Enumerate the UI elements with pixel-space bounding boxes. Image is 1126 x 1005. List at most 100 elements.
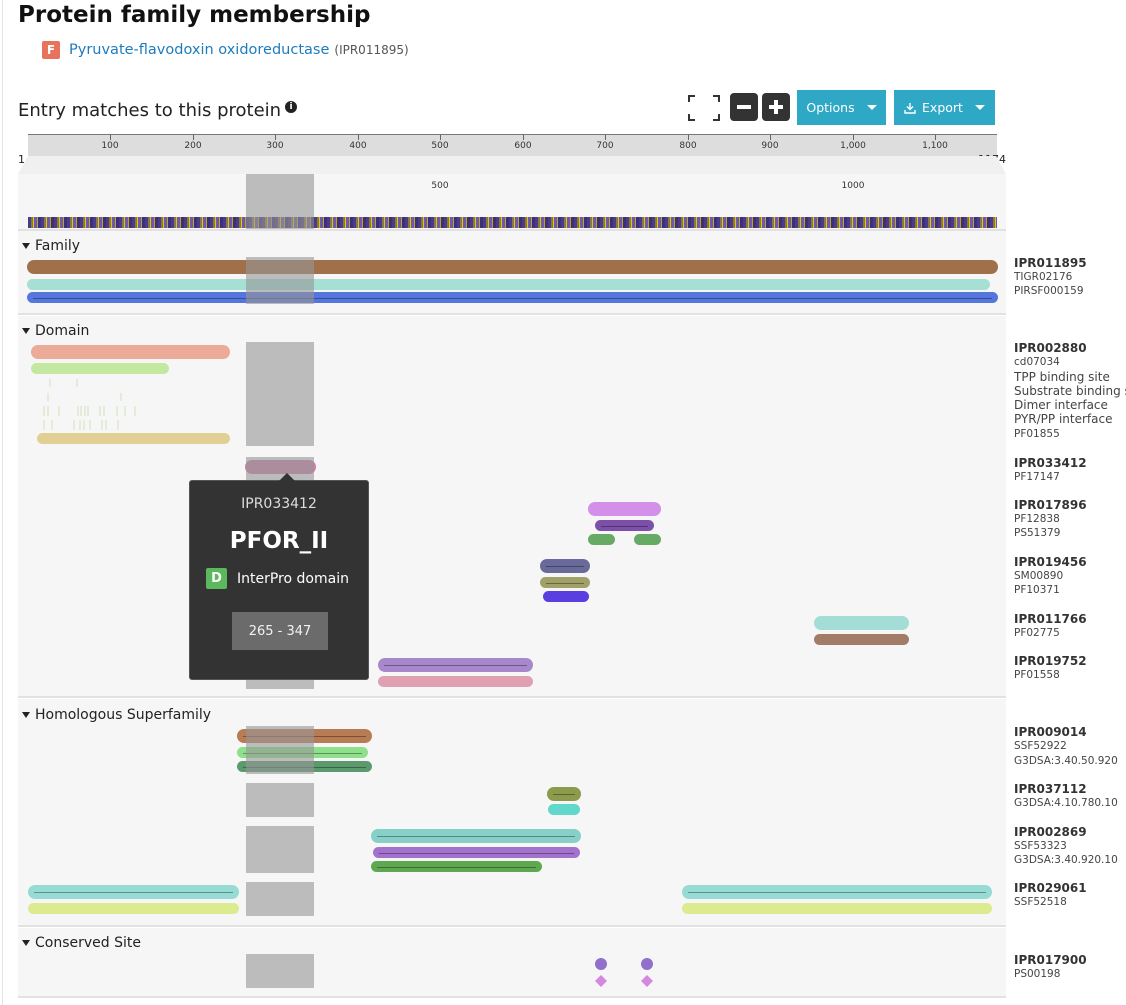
zoom-in-button[interactable] (762, 93, 790, 121)
site-residue-marks[interactable] (28, 375, 148, 433)
caret-down-icon (22, 328, 30, 334)
match-bar-ssf52518[interactable] (682, 903, 992, 914)
match-bar-cd07034[interactable] (31, 363, 169, 374)
entry-sublabel[interactable]: Dimer interface (1014, 398, 1108, 412)
match-bar-ssf52518[interactable] (28, 903, 239, 914)
entry-sublabel[interactable]: G3DSA:3.40.920.10 (1014, 854, 1118, 866)
track-divider (18, 925, 1006, 927)
fullscreen-icon[interactable] (688, 95, 720, 121)
entry-label-ipr029061[interactable]: IPR029061 (1014, 881, 1087, 895)
match-bar-ipr011895[interactable] (27, 260, 998, 274)
entry-sublabel[interactable]: PIRSF000159 (1014, 285, 1084, 297)
entry-label-ipr011895[interactable]: IPR011895 (1014, 256, 1087, 270)
selected-region-highlight (246, 783, 314, 817)
match-bar-pirsf000159[interactable] (27, 292, 998, 303)
match-bar-g3dsa-3-40-920-10[interactable] (371, 861, 542, 872)
match-bar-ipr029061[interactable] (28, 885, 239, 899)
match-bar-ipr017896[interactable] (588, 502, 661, 516)
entry-sublabel[interactable]: cd07034 (1014, 356, 1060, 368)
match-bar-ipr011766[interactable] (814, 616, 909, 630)
family-accession: (IPR011895) (334, 43, 409, 57)
ruler-tick (523, 135, 524, 140)
info-icon[interactable]: i (285, 101, 298, 113)
match-bar-ipr002880[interactable] (31, 345, 230, 359)
entry-sublabel[interactable]: PF01558 (1014, 669, 1060, 681)
match-bar-ipr002869[interactable] (371, 829, 581, 843)
entry-label-ipr017896[interactable]: IPR017896 (1014, 498, 1087, 512)
entry-sublabel[interactable]: G3DSA:4.10.780.10 (1014, 797, 1118, 809)
entry-sublabel[interactable]: PF12838 (1014, 513, 1060, 525)
entry-tooltip: IPR033412 PFOR_II D InterPro domain 265 … (189, 473, 369, 680)
entry-sublabel[interactable]: PYR/PP interface (1014, 412, 1113, 426)
tooltip-entry-type: D InterPro domain (206, 568, 349, 589)
family-link[interactable]: Pyruvate-flavodoxin oxidoreductase (69, 42, 329, 58)
match-bar-ipr019752[interactable] (378, 658, 533, 672)
page-frame-border (2, 0, 3, 1005)
track-divider (18, 229, 1006, 231)
ruler-tick-label: 600 (514, 141, 532, 151)
domain-type-icon: D (206, 568, 227, 589)
entry-sublabel[interactable]: PF02775 (1014, 627, 1060, 639)
family-membership-row: F Pyruvate-flavodoxin oxidoreductase (IP… (42, 40, 409, 60)
match-site-ipr017900[interactable] (595, 958, 607, 970)
entry-sublabel[interactable]: SSF53323 (1014, 840, 1067, 852)
position-ruler[interactable]: 100 200 300 400 500 600 700 800 900 1,00… (28, 134, 997, 156)
entry-sublabel[interactable]: PS51379 (1014, 527, 1060, 539)
match-bar-ps51379[interactable] (634, 534, 661, 545)
entry-sublabel[interactable]: TPP binding site (1014, 370, 1110, 384)
section-toggle-homologous-superfamily[interactable]: Homologous Superfamily (22, 707, 211, 723)
match-bar-ssf53323[interactable] (373, 847, 580, 858)
entry-label-ipr009014[interactable]: IPR009014 (1014, 725, 1087, 739)
entry-label-ipr017900[interactable]: IPR017900 (1014, 953, 1087, 967)
entry-sublabel[interactable]: SM00890 (1014, 570, 1063, 582)
entry-label-ipr011766[interactable]: IPR011766 (1014, 612, 1087, 626)
ruler-tick-label: 1,100 (922, 141, 948, 151)
entry-sublabel[interactable]: PS00198 (1014, 968, 1060, 980)
match-site-ps00198[interactable] (641, 975, 653, 987)
plus-icon (769, 100, 783, 114)
entry-sublabel[interactable]: G3DSA:3.40.50.920 (1014, 755, 1118, 767)
entry-sublabel[interactable]: Substrate binding si (1014, 384, 1126, 398)
selected-region-highlight (246, 882, 314, 916)
sequence-conservation-strip[interactable] (28, 217, 997, 228)
entry-sublabel[interactable]: PF01855 (1014, 428, 1060, 440)
export-dropdown-button[interactable]: Export (894, 90, 995, 125)
selected-region-highlight (246, 257, 314, 304)
match-bar-pf10371[interactable] (543, 591, 589, 602)
match-bar-ipr037112[interactable] (547, 787, 581, 801)
entry-sublabel[interactable]: PF17147 (1014, 471, 1060, 483)
zoom-out-button[interactable] (730, 93, 758, 121)
entry-label-ipr002880[interactable]: IPR002880 (1014, 341, 1087, 355)
match-bar-tigr02176[interactable] (27, 279, 990, 290)
match-bar-pf02775[interactable] (814, 634, 909, 645)
match-bar-pf12838[interactable] (595, 520, 654, 531)
ruler-tick-label: 400 (349, 141, 367, 151)
ruler-tick-label: 800 (679, 141, 697, 151)
entry-sublabel[interactable]: PF10371 (1014, 584, 1060, 596)
match-bar-pf01558[interactable] (378, 676, 533, 687)
selected-region-highlight (246, 954, 314, 988)
match-site-ipr017900[interactable] (641, 958, 653, 970)
match-bar-g3dsa-4-10-780-10[interactable] (548, 804, 580, 815)
entry-sublabel[interactable]: SSF52922 (1014, 740, 1067, 752)
match-bar-ps51379[interactable] (588, 534, 615, 545)
match-site-ps00198[interactable] (595, 975, 607, 987)
export-button-label: Export (922, 100, 963, 115)
match-bar-sm00890[interactable] (540, 577, 590, 588)
entry-sublabel[interactable]: SSF52518 (1014, 896, 1067, 908)
options-dropdown-button[interactable]: Options (797, 90, 886, 125)
entry-label-ipr037112[interactable]: IPR037112 (1014, 782, 1087, 796)
entry-sublabel[interactable]: TIGR02176 (1014, 271, 1072, 283)
ruler-tick-label: 1,000 (840, 141, 866, 151)
match-bar-ipr029061[interactable] (682, 885, 992, 899)
section-toggle-conserved-site[interactable]: Conserved Site (22, 935, 141, 951)
entry-label-ipr019752[interactable]: IPR019752 (1014, 654, 1087, 668)
ruler-tick-label: 300 (266, 141, 284, 151)
match-bar-ipr019456[interactable] (540, 559, 590, 573)
entry-label-ipr002869[interactable]: IPR002869 (1014, 825, 1087, 839)
section-toggle-domain[interactable]: Domain (22, 323, 89, 339)
entry-label-ipr019456[interactable]: IPR019456 (1014, 555, 1087, 569)
match-bar-pf01855[interactable] (37, 433, 230, 444)
section-toggle-family[interactable]: Family (22, 238, 80, 254)
entry-label-ipr033412[interactable]: IPR033412 (1014, 456, 1087, 470)
